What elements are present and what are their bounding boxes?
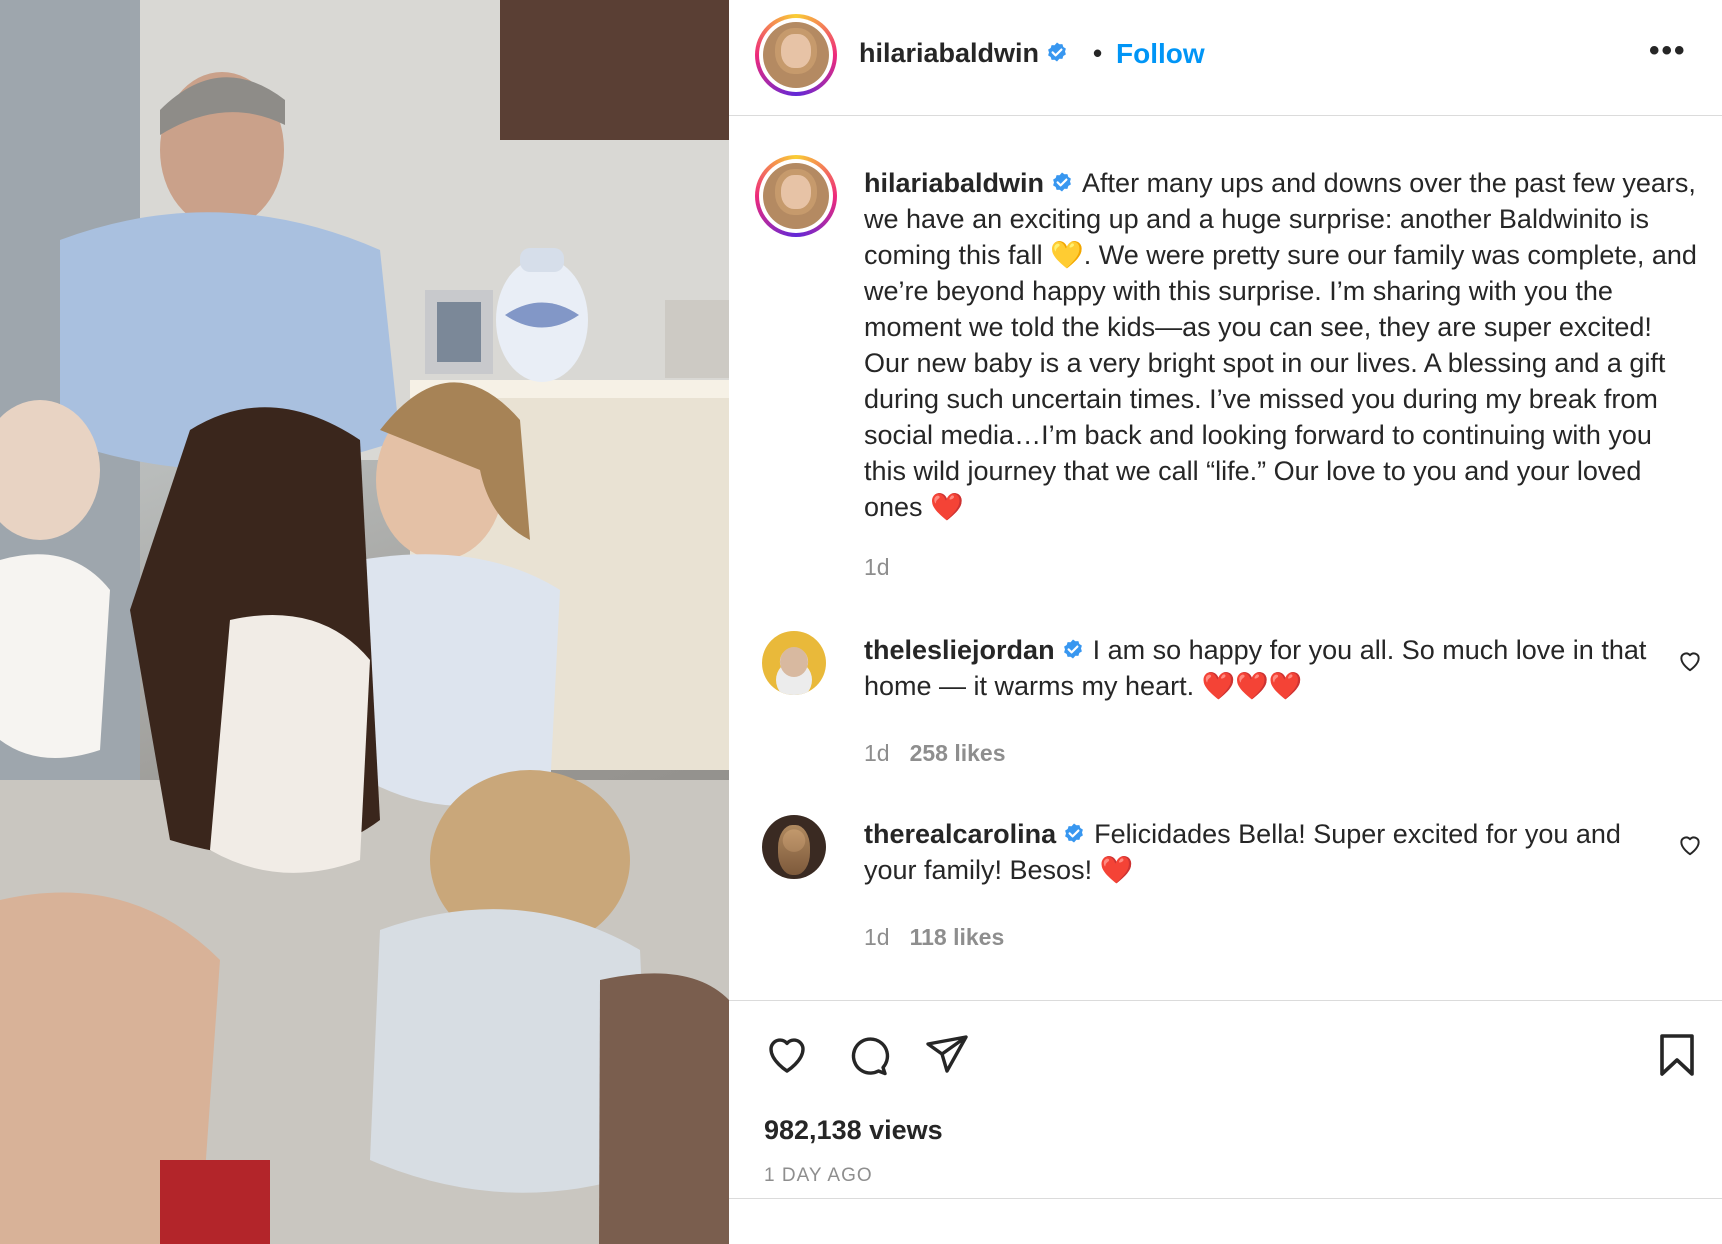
post-date[interactable]: 1 DAY AGO — [764, 1165, 873, 1187]
post-header: hilariabaldwin • Follow ••• — [729, 0, 1722, 116]
comment-avatar[interactable] — [762, 631, 826, 695]
comment-like-heart-icon[interactable] — [1677, 648, 1703, 674]
caption-body: hilariabaldwin After many ups and downs o… — [864, 165, 1699, 525]
speech-bubble-icon[interactable] — [843, 1031, 891, 1079]
comment-username[interactable]: therealcarolina — [864, 819, 1056, 849]
bookmark-icon[interactable] — [1653, 1031, 1701, 1079]
post-media-image — [0, 0, 729, 1244]
verified-badge-icon — [1063, 639, 1082, 659]
author-username-text[interactable]: hilariabaldwin — [859, 38, 1039, 68]
comment-meta: 1d 258 likes — [864, 740, 1006, 767]
view-count[interactable]: 982,138 views — [764, 1115, 943, 1146]
author-username[interactable]: hilariabaldwin — [859, 38, 1069, 69]
paper-plane-icon[interactable] — [923, 1031, 971, 1079]
caption-text: After many ups and downs over the past f… — [864, 168, 1697, 522]
comment-avatar[interactable] — [762, 815, 826, 879]
verified-badge-icon — [1065, 823, 1083, 843]
verified-badge-icon — [1053, 172, 1071, 192]
post-actions: 982,138 views 1 DAY AGO — [729, 1000, 1722, 1244]
caption-timestamp[interactable]: 1d — [864, 554, 890, 581]
more-options-icon[interactable]: ••• — [1649, 34, 1687, 68]
comment-likes[interactable]: 258 likes — [910, 740, 1006, 766]
post-detail-panel: hilariabaldwin • Follow ••• hilariabaldw… — [729, 0, 1722, 1244]
comment-like-heart-icon[interactable] — [1677, 832, 1703, 858]
caption-username[interactable]: hilariabaldwin — [864, 168, 1044, 198]
follow-button[interactable]: Follow — [1116, 38, 1205, 70]
author-avatar[interactable] — [755, 14, 837, 96]
comment-meta: 1d 118 likes — [864, 924, 1004, 951]
verified-badge-icon — [1048, 42, 1066, 62]
caption-avatar[interactable] — [755, 155, 837, 237]
comment-body: thelesliejordan I am so happy for you all… — [864, 632, 1654, 704]
comment-username[interactable]: thelesliejordan — [864, 635, 1055, 665]
comment-timestamp[interactable]: 1d — [864, 924, 890, 950]
post-media[interactable] — [0, 0, 729, 1244]
header-separator: • — [1093, 38, 1103, 68]
comment-body: therealcarolina Felicidades Bella! Super … — [864, 816, 1654, 888]
heart-outline-icon[interactable] — [763, 1031, 811, 1079]
comment-timestamp[interactable]: 1d — [864, 740, 890, 766]
divider — [729, 1198, 1722, 1199]
comment-likes[interactable]: 118 likes — [910, 924, 1005, 950]
